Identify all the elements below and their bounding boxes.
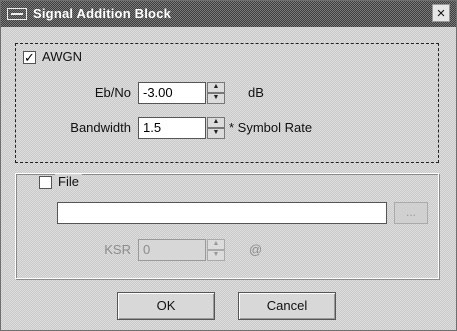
bandwidth-spinner[interactable]: ▲ ▼	[207, 117, 225, 139]
signal-addition-dialog: Signal Addition Block × ✓ AWGN Eb/No -3.…	[0, 0, 457, 331]
ebno-unit: dB	[248, 85, 264, 100]
file-checkbox[interactable]	[39, 176, 52, 189]
spin-up-icon[interactable]: ▲	[207, 239, 225, 250]
cancel-button[interactable]: Cancel	[238, 292, 336, 320]
bandwidth-unit: * Symbol Rate	[229, 120, 313, 135]
close-button[interactable]: ×	[432, 4, 450, 22]
ebno-spinner[interactable]: ▲ ▼	[207, 82, 225, 104]
bandwidth-label: Bandwidth	[70, 120, 131, 135]
ksr-unit: @	[249, 242, 263, 257]
spin-down-icon[interactable]: ▼	[207, 128, 225, 139]
ksr-spinner[interactable]: ▲ ▼	[207, 239, 225, 261]
spin-down-icon[interactable]: ▼	[207, 93, 225, 104]
spin-up-icon[interactable]: ▲	[207, 82, 225, 93]
awgn-label: AWGN	[39, 49, 85, 64]
ksr-label: KSR	[104, 242, 131, 257]
spin-up-icon[interactable]: ▲	[207, 117, 225, 128]
window-icon	[7, 8, 27, 20]
spin-down-icon[interactable]: ▼	[207, 250, 225, 261]
title-bar[interactable]: Signal Addition Block ×	[1, 1, 456, 27]
bandwidth-input[interactable]: 1.5	[138, 117, 206, 139]
file-label: File	[55, 174, 82, 189]
ebno-label: Eb/No	[94, 85, 131, 100]
awgn-checkbox[interactable]: ✓	[23, 51, 36, 64]
ok-button[interactable]: OK	[117, 292, 215, 320]
ksr-input[interactable]: 0	[138, 239, 206, 261]
browse-button[interactable]: ...	[394, 202, 428, 224]
window-title: Signal Addition Block	[33, 6, 172, 21]
ebno-input[interactable]: -3.00	[138, 82, 206, 104]
file-path-input[interactable]	[57, 202, 387, 224]
